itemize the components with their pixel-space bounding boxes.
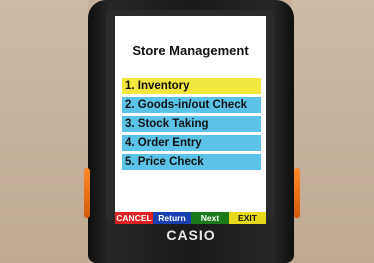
side-trigger-button-left[interactable] bbox=[84, 168, 90, 218]
brand-logo: CASIO bbox=[166, 227, 216, 243]
menu-item-inventory[interactable]: 1. Inventory bbox=[122, 78, 261, 94]
menu-item-goods-in-out-check[interactable]: 2. Goods-in/out Check bbox=[122, 97, 261, 113]
device-screen: Store Management 1. Inventory 2. Goods-i… bbox=[115, 16, 266, 224]
menu-item-price-check[interactable]: 5. Price Check bbox=[122, 154, 261, 170]
background-left bbox=[0, 0, 88, 263]
menu-item-stock-taking[interactable]: 3. Stock Taking bbox=[122, 116, 261, 132]
side-trigger-button-right[interactable] bbox=[294, 168, 300, 218]
return-softkey[interactable]: Return bbox=[153, 212, 191, 224]
screen-title: Store Management bbox=[132, 43, 249, 58]
background-right bbox=[292, 0, 374, 263]
exit-softkey[interactable]: EXIT bbox=[229, 212, 266, 224]
next-softkey[interactable]: Next bbox=[191, 212, 229, 224]
cancel-softkey[interactable]: CANCEL bbox=[115, 212, 153, 224]
menu-item-order-entry[interactable]: 4. Order Entry bbox=[122, 135, 261, 151]
softkey-bar: CANCEL Return Next EXIT bbox=[115, 212, 266, 224]
